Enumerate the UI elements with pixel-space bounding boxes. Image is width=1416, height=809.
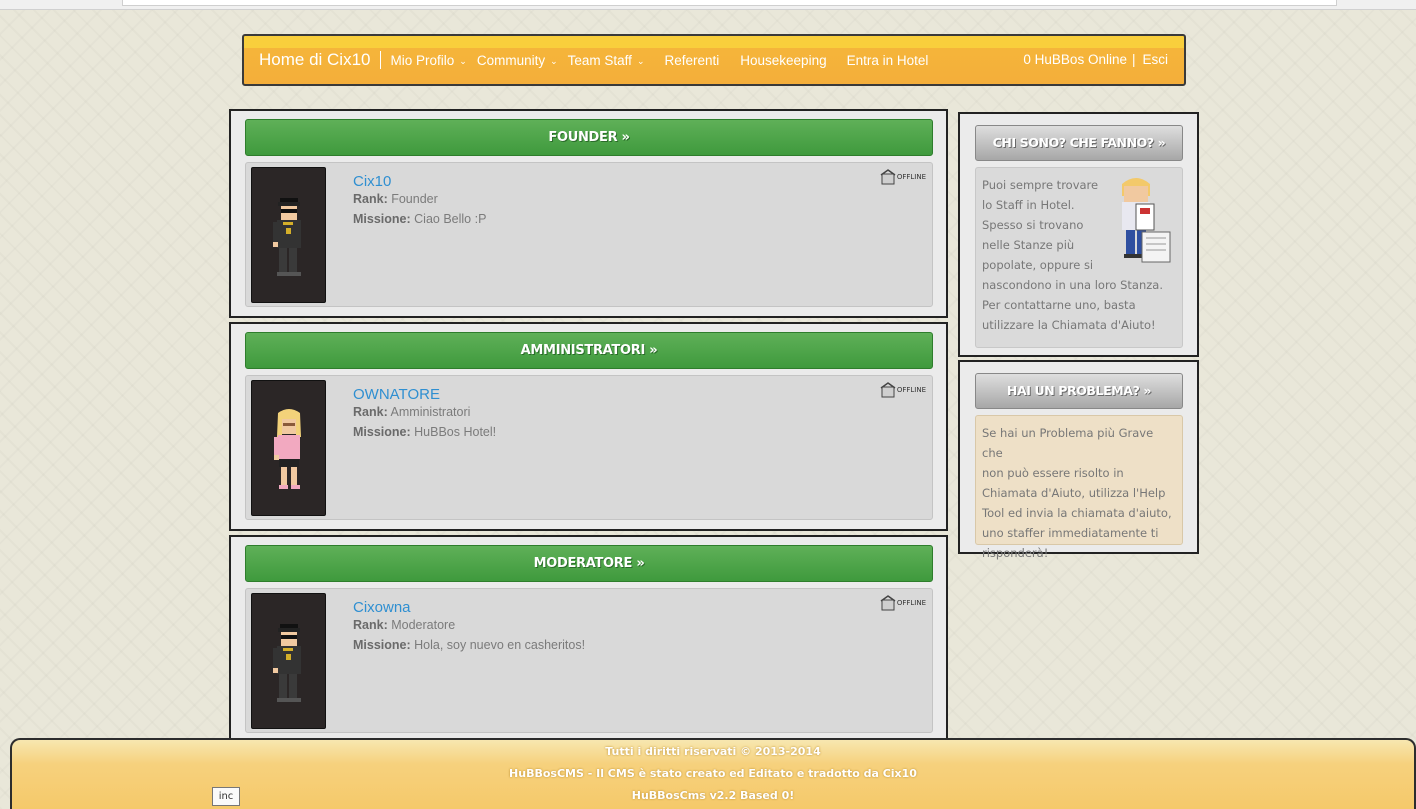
avatar bbox=[251, 593, 326, 729]
member-name-link[interactable]: OWNATORE bbox=[353, 386, 440, 403]
sidebar-who-panel: CHI SONO? CHE FANNO? » Puoi sempre trova… bbox=[958, 112, 1199, 357]
chevron-down-icon: ⌄ bbox=[459, 56, 467, 66]
member-name-link[interactable]: Cix10 bbox=[353, 173, 391, 190]
sidebar-problem-line: Tool ed invia la chiamata d'aiuto, bbox=[982, 506, 1172, 520]
rank-label: Rank: bbox=[353, 192, 388, 206]
sidebar-who-line: nascondono in una loro Stanza. bbox=[982, 278, 1163, 292]
status-label: OFFLINE bbox=[896, 599, 926, 607]
sidebar-who-line: utilizzare la Chiamata d'Aiuto! bbox=[982, 318, 1156, 332]
nav-item-community[interactable]: Community ⌄ bbox=[477, 53, 558, 68]
member-mission: Missione: Hola, soy nuevo en casheritos! bbox=[353, 638, 585, 652]
nav-right-group: 0 HuBBos Online | Esci bbox=[1023, 52, 1168, 67]
sidebar-problem-line: uno staffer immediatamente ti bbox=[982, 526, 1159, 540]
chevron-down-icon: ⌄ bbox=[636, 56, 645, 66]
sidebar-who-title: CHI SONO? CHE FANNO? » bbox=[975, 125, 1183, 161]
mission-label: Missione: bbox=[353, 425, 411, 439]
section-founder: FOUNDER » Cix10 Rank: Founder Missione: … bbox=[229, 109, 948, 318]
nav-item-housekeeping[interactable]: Housekeeping bbox=[740, 53, 826, 68]
address-bar[interactable] bbox=[122, 0, 1337, 6]
member-card: Cix10 Rank: Founder Missione: Ciao Bello… bbox=[245, 162, 933, 307]
mission-value: Ciao Bello :P bbox=[414, 212, 487, 226]
mission-label: Missione: bbox=[353, 212, 411, 226]
sidebar-problem-line: non può essere risolto in bbox=[982, 466, 1124, 480]
member-rank: Rank: Founder bbox=[353, 192, 438, 206]
member-rank: Rank: Amministratori bbox=[353, 405, 470, 419]
section-title-amministratori: AMMINISTRATORI » bbox=[245, 332, 933, 369]
status-label: OFFLINE bbox=[896, 386, 926, 394]
avatar bbox=[251, 380, 326, 516]
member-card: OWNATORE Rank: Amministratori Missione: … bbox=[245, 375, 933, 520]
footer-credits: HuBBosCMS - Il CMS è stato creato ed Edi… bbox=[509, 767, 917, 780]
offline-hotel-icon bbox=[880, 595, 896, 611]
status-badge: OFFLINE bbox=[880, 169, 926, 185]
staff-character-icon bbox=[1122, 178, 1171, 263]
nav-item-team-staff[interactable]: Team Staff ⌄ bbox=[568, 53, 645, 68]
mission-value: HuBBos Hotel! bbox=[414, 425, 497, 439]
logout-link[interactable]: Esci bbox=[1142, 52, 1168, 67]
nav-item-label: Community bbox=[476, 52, 546, 68]
chevron-down-icon: ⌄ bbox=[550, 56, 558, 66]
sidebar-problem-panel: HAI UN PROBLEMA? » Se hai un Problema pi… bbox=[958, 360, 1199, 560]
member-mission: Missione: HuBBos Hotel! bbox=[353, 425, 496, 439]
section-title-founder: FOUNDER » bbox=[245, 119, 933, 156]
nav-separator: | bbox=[1131, 52, 1136, 67]
offline-hotel-icon bbox=[880, 382, 896, 398]
nav-item-mio-profilo[interactable]: Mio Profilo ⌄ bbox=[391, 53, 467, 68]
avatar-male-icon bbox=[273, 198, 301, 276]
top-navbar: Home di Cix10 Mio Profilo ⌄ Community ⌄ Te… bbox=[242, 34, 1186, 86]
rank-value: Amministratori bbox=[390, 405, 471, 419]
avatar-male-icon bbox=[273, 624, 301, 702]
footer-copyright: Tutti i diritti riservati © 2013-2014 bbox=[605, 745, 821, 758]
mission-value: Hola, soy nuevo en casheritos! bbox=[414, 638, 586, 652]
avatar bbox=[251, 167, 326, 303]
online-count: 0 HuBBos Online bbox=[1023, 52, 1127, 67]
browser-address-strip bbox=[0, 0, 1416, 10]
nav-item-label: Team Staff bbox=[567, 52, 632, 68]
status-badge: OFFLINE bbox=[880, 382, 926, 398]
rank-value: Moderatore bbox=[391, 618, 456, 632]
status-badge: OFFLINE bbox=[880, 595, 926, 611]
rank-value: Founder bbox=[391, 192, 438, 206]
sidebar-problem-line: risponderà! bbox=[982, 546, 1049, 560]
nav-item-entra-in-hotel[interactable]: Entra in Hotel bbox=[847, 53, 929, 68]
status-label: OFFLINE bbox=[896, 173, 926, 181]
rank-label: Rank: bbox=[353, 405, 388, 419]
sidebar-problem-line: Se hai un Problema più Grave che bbox=[982, 426, 1154, 460]
section-title-moderatore: MODERATORE » bbox=[245, 545, 933, 582]
mission-label: Missione: bbox=[353, 638, 411, 652]
nav-item-label: Mio Profilo bbox=[390, 52, 455, 68]
member-mission: Missione: Ciao Bello :P bbox=[353, 212, 486, 226]
rank-label: Rank: bbox=[353, 618, 388, 632]
sidebar-problem-line: Chiamata d'Aiuto, utilizza l'Help bbox=[982, 486, 1166, 500]
sidebar-problem-title: HAI UN PROBLEMA? » bbox=[975, 373, 1183, 409]
sidebar-who-line: Per contattarne uno, basta bbox=[982, 298, 1136, 312]
nav-brand-home[interactable]: Home di Cix10 bbox=[244, 51, 381, 69]
section-moderatore: MODERATORE » Cixowna Rank: Moderatore Mi… bbox=[229, 535, 948, 747]
avatar-female-icon bbox=[274, 409, 301, 489]
member-name-link[interactable]: Cixowna bbox=[353, 599, 411, 616]
inc-tag[interactable]: inc bbox=[212, 787, 240, 806]
member-card: Cixowna Rank: Moderatore Missione: Hola,… bbox=[245, 588, 933, 733]
sidebar-problem-text: Se hai un Problema più Grave che non può… bbox=[975, 415, 1183, 560]
section-amministratori: AMMINISTRATORI » OWNATORE Rank: Amminist… bbox=[229, 322, 948, 531]
offline-hotel-icon bbox=[880, 169, 896, 185]
member-rank: Rank: Moderatore bbox=[353, 618, 455, 632]
nav-item-referenti[interactable]: Referenti bbox=[664, 53, 719, 68]
sidebar-who-text: Puoi sempre trovare lo Staff in Hotel. S… bbox=[975, 167, 1183, 348]
